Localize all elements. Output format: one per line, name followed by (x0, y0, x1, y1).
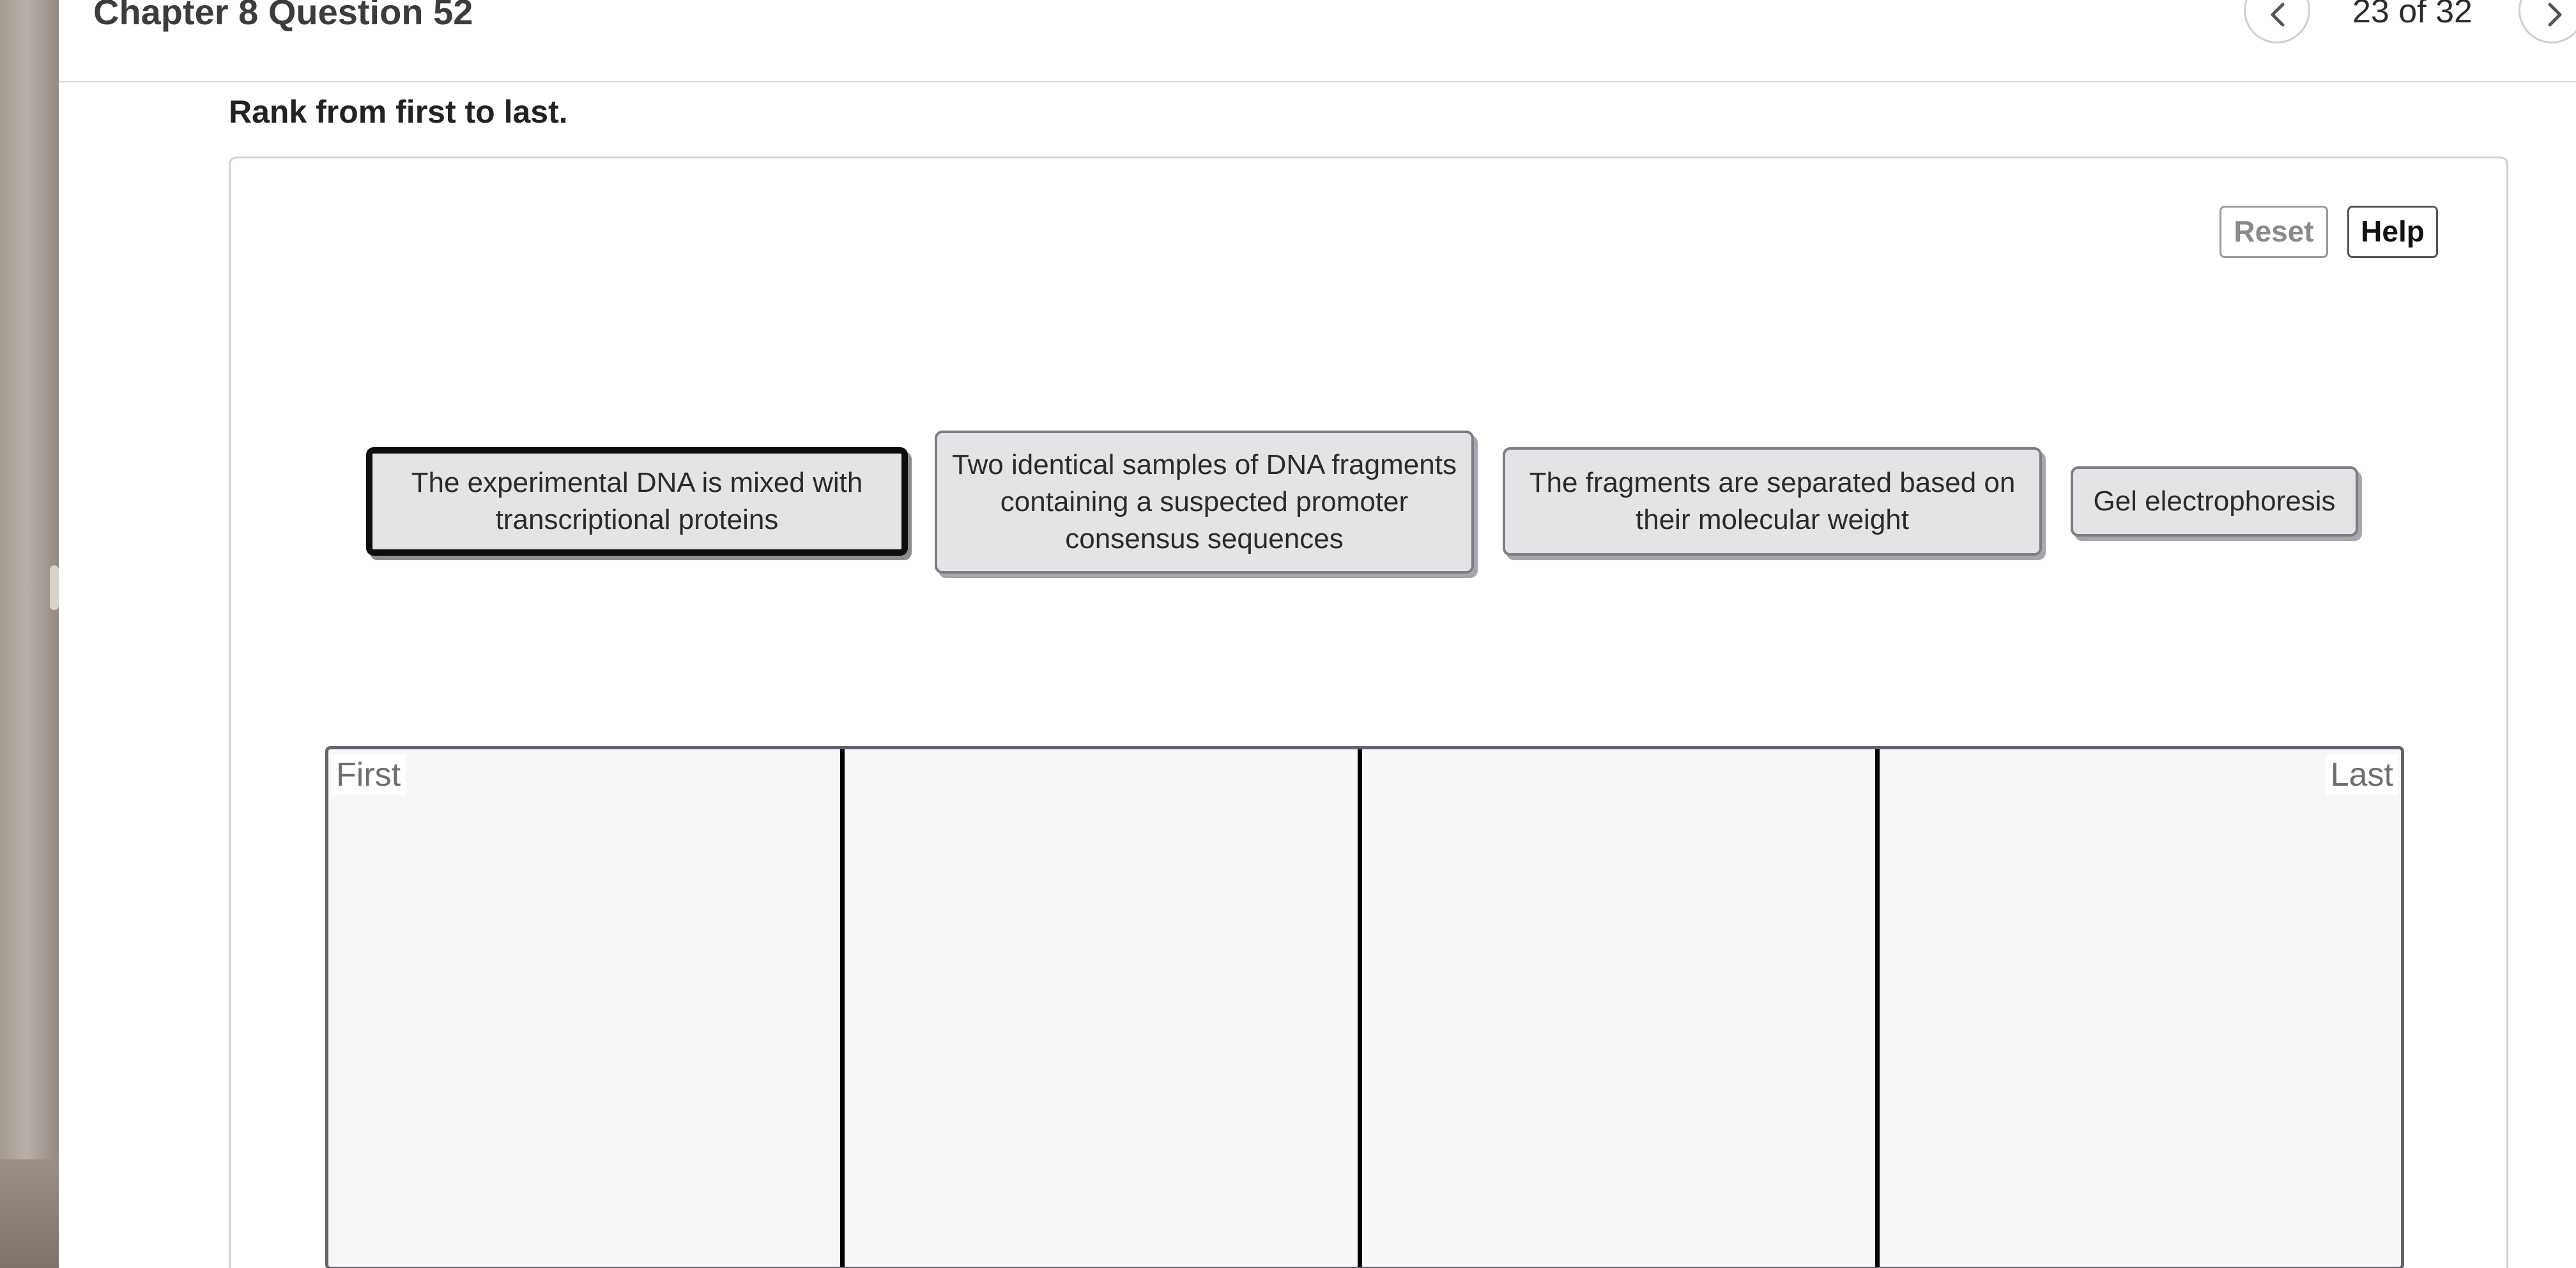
rank-slot-3[interactable] (1362, 749, 1880, 1267)
help-button[interactable]: Help (2347, 206, 2438, 258)
rank-item-label: The fragments are separated based on the… (1529, 467, 2016, 535)
chevron-left-icon (2271, 3, 2285, 27)
rank-item-fragments-separated[interactable]: The fragments are separated based on the… (1503, 447, 2042, 556)
instruction-text: Rank from first to last. (229, 94, 568, 130)
rank-item-label: The experimental DNA is mixed with trans… (411, 467, 863, 535)
question-counter: 23 of 32 (2352, 0, 2472, 30)
rank-item-label: Gel electrophoresis (2093, 485, 2336, 517)
last-label: Last (2325, 754, 2398, 795)
rank-item-gel-electrophoresis[interactable]: Gel electrophoresis (2071, 466, 2358, 537)
desktop-background (0, 0, 59, 1268)
screen: Chapter 8 Question 52 23 of 32 Rank from… (0, 0, 2576, 1268)
previous-question-button[interactable] (2244, 0, 2310, 43)
chevron-right-icon (2548, 3, 2562, 27)
rank-item-label: Two identical samples of DNA fragments c… (952, 449, 1457, 554)
ranking-panel: Reset Help The experimental DNA is mixed… (229, 157, 2508, 1268)
first-label: First (331, 754, 406, 795)
page-title: Chapter 8 Question 52 (93, 0, 473, 32)
rank-item-identical-samples[interactable]: Two identical samples of DNA fragments c… (935, 431, 1474, 574)
rank-slot-2[interactable] (845, 749, 1362, 1267)
ranking-drop-area: First Last (325, 746, 2404, 1268)
desktop-bottom-patch (0, 1159, 59, 1268)
rank-slot-4[interactable]: Last (1880, 749, 2401, 1267)
reset-button[interactable]: Reset (2220, 206, 2328, 258)
question-header: Chapter 8 Question 52 23 of 32 (59, 0, 2576, 82)
rank-slot-1[interactable]: First (328, 749, 845, 1267)
rank-item-mix-dna-proteins[interactable]: The experimental DNA is mixed with trans… (366, 447, 908, 556)
window-edge-handle[interactable] (50, 565, 59, 610)
next-question-button[interactable] (2518, 0, 2576, 43)
